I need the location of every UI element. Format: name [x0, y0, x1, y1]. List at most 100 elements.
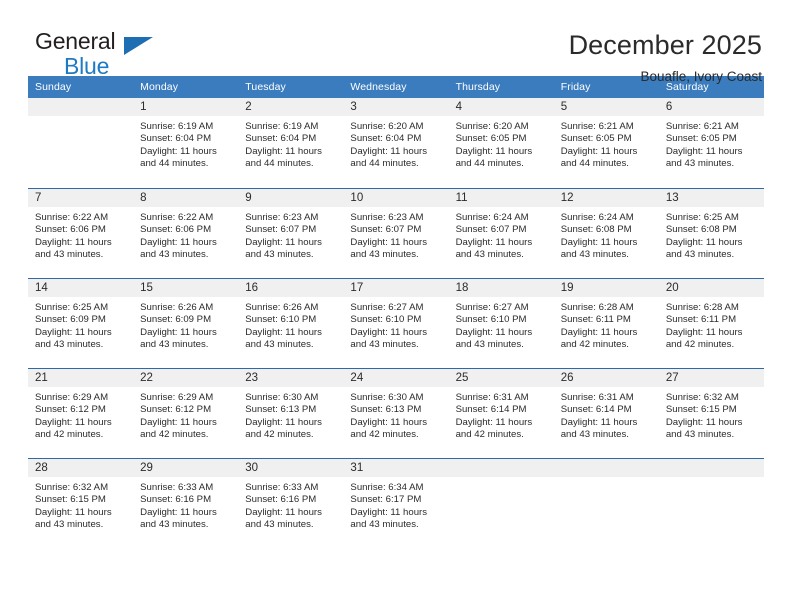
calendar-day-cell[interactable]: 25 Sunrise: 6:31 AM Sunset: 6:14 PM Dayligh… — [448, 368, 554, 458]
day-cell-details: Sunrise: 6:24 AM Sunset: 6:07 PM Daylight:… — [449, 207, 554, 262]
calendar-day-cell[interactable]: 1 Sunrise: 6:19 AM Sunset: 6:04 PM Daylight… — [133, 98, 239, 188]
calendar-day-cell[interactable]: 7 Sunrise: 6:22 AM Sunset: 6:06 PM Daylight… — [28, 188, 134, 278]
day-cell-inner: 19 Sunrise: 6:28 AM Sunset: 6:11 PM Dayligh… — [553, 278, 659, 368]
day-cell-inner: 16 Sunrise: 6:26 AM Sunset: 6:10 PM Dayligh… — [238, 278, 344, 368]
calendar-day-cell[interactable]: 15 Sunrise: 6:26 AM Sunset: 6:09 PM Dayligh… — [133, 278, 239, 368]
sunset-text: Sunset: 6:08 PM — [560, 224, 632, 236]
sunset-text: Sunset: 6:11 PM — [560, 314, 631, 326]
calendar-week-row: 7 Sunrise: 6:22 AM Sunset: 6:06 PM Daylight… — [28, 188, 764, 278]
day-cell-inner: 18 Sunrise: 6:27 AM Sunset: 6:10 PM Dayligh… — [448, 278, 554, 368]
calendar-day-cell[interactable]: 6 Sunrise: 6:21 AM Sunset: 6:05 PM Daylight… — [658, 98, 764, 188]
calendar-day-cell[interactable]: 24 Sunrise: 6:30 AM Sunset: 6:13 PM Dayligh… — [343, 368, 449, 458]
daylight-text: Daylight: 11 hours and 43 minutes. — [350, 236, 428, 261]
day-cell-inner: 2 Sunrise: 6:19 AM Sunset: 6:04 PM Daylight… — [238, 98, 344, 188]
daylight-text: Daylight: 11 hours and 43 minutes. — [665, 416, 743, 441]
day-number: 11 — [448, 189, 554, 207]
daylight-text: Daylight: 11 hours and 42 minutes. — [455, 416, 533, 441]
calendar-page: General Blue December 2025 Bouafle, Ivor… — [0, 0, 792, 612]
sunset-text: Sunset: 6:17 PM — [350, 494, 422, 506]
calendar-day-cell[interactable]: 29 Sunrise: 6:33 AM Sunset: 6:16 PM Dayligh… — [133, 458, 239, 548]
day-number: 29 — [133, 459, 239, 477]
calendar-day-cell[interactable]: 11 Sunrise: 6:24 AM Sunset: 6:07 PM Dayligh… — [448, 188, 554, 278]
calendar-day-cell[interactable]: 27 Sunrise: 6:32 AM Sunset: 6:15 PM Dayligh… — [658, 368, 764, 458]
calendar-day-cell[interactable]: 2 Sunrise: 6:19 AM Sunset: 6:04 PM Daylight… — [238, 98, 344, 188]
sunset-text: Sunset: 6:04 PM — [245, 133, 317, 145]
sunrise-text: Sunrise: 6:30 AM — [350, 392, 424, 403]
sunrise-text: Sunrise: 6:26 AM — [245, 302, 319, 313]
day-cell-inner: 30 Sunrise: 6:33 AM Sunset: 6:16 PM Dayligh… — [238, 458, 344, 548]
calendar-day-cell[interactable]: 9 Sunrise: 6:23 AM Sunset: 6:07 PM Daylight… — [238, 188, 344, 278]
sunset-text: Sunset: 6:08 PM — [665, 224, 737, 236]
sunset-text: Sunset: 6:10 PM — [455, 314, 527, 326]
day-cell-details: Sunrise: 6:32 AM Sunset: 6:15 PM Daylight:… — [659, 387, 764, 442]
day-cell-details: Sunrise: 6:25 AM Sunset: 6:08 PM Daylight:… — [659, 207, 764, 262]
day-number: 31 — [343, 459, 449, 477]
sunset-text: Sunset: 6:04 PM — [140, 133, 212, 145]
day-number: 4 — [448, 98, 554, 116]
day-cell-inner: 17 Sunrise: 6:27 AM Sunset: 6:10 PM Dayligh… — [343, 278, 449, 368]
calendar-empty-cell — [28, 98, 134, 188]
day-number: 1 — [133, 98, 239, 116]
day-cell-inner: 3 Sunrise: 6:20 AM Sunset: 6:04 PM Daylight… — [343, 98, 449, 188]
sunrise-text: Sunrise: 6:33 AM — [245, 482, 319, 493]
calendar-day-cell[interactable]: 4 Sunrise: 6:20 AM Sunset: 6:05 PM Daylight… — [448, 98, 554, 188]
daylight-text: Daylight: 11 hours and 43 minutes. — [140, 326, 217, 351]
calendar-day-cell[interactable]: 13 Sunrise: 6:25 AM Sunset: 6:08 PM Dayligh… — [658, 188, 764, 278]
day-cell-inner: 14 Sunrise: 6:25 AM Sunset: 6:09 PM Dayligh… — [28, 278, 134, 368]
calendar-day-cell[interactable]: 21 Sunrise: 6:29 AM Sunset: 6:12 PM Dayligh… — [28, 368, 134, 458]
sunrise-text: Sunrise: 6:32 AM — [35, 482, 109, 493]
day-number: 13 — [658, 189, 764, 207]
sunset-text: Sunset: 6:11 PM — [665, 314, 737, 326]
general-blue-logo[interactable]: General Blue — [28, 30, 178, 82]
calendar-day-cell[interactable]: 16 Sunrise: 6:26 AM Sunset: 6:10 PM Dayligh… — [238, 278, 344, 368]
daylight-text: Daylight: 11 hours and 43 minutes. — [140, 236, 217, 261]
calendar-day-cell[interactable]: 30 Sunrise: 6:33 AM Sunset: 6:16 PM Dayligh… — [238, 458, 344, 548]
day-cell-inner: 9 Sunrise: 6:23 AM Sunset: 6:07 PM Daylight… — [238, 188, 344, 278]
day-cell-inner: 11 Sunrise: 6:24 AM Sunset: 6:07 PM Dayligh… — [448, 188, 554, 278]
calendar-day-cell[interactable]: 5 Sunrise: 6:21 AM Sunset: 6:05 PM Daylight… — [553, 98, 659, 188]
sunset-text: Sunset: 6:15 PM — [35, 494, 106, 506]
sunset-text: Sunset: 6:16 PM — [140, 494, 212, 506]
calendar-day-cell[interactable]: 20 Sunrise: 6:28 AM Sunset: 6:11 PM Dayligh… — [658, 278, 764, 368]
sunset-text: Sunset: 6:16 PM — [245, 494, 317, 506]
calendar-day-cell[interactable]: 10 Sunrise: 6:23 AM Sunset: 6:07 PM Dayligh… — [343, 188, 449, 278]
calendar-day-cell[interactable]: 28 Sunrise: 6:32 AM Sunset: 6:15 PM Dayligh… — [28, 458, 134, 548]
calendar-day-cell[interactable]: 19 Sunrise: 6:28 AM Sunset: 6:11 PM Dayligh… — [553, 278, 659, 368]
calendar-day-cell[interactable]: 23 Sunrise: 6:30 AM Sunset: 6:13 PM Dayligh… — [238, 368, 344, 458]
day-cell-inner: 1 Sunrise: 6:19 AM Sunset: 6:04 PM Daylight… — [133, 98, 239, 188]
calendar-day-cell[interactable]: 18 Sunrise: 6:27 AM Sunset: 6:10 PM Dayligh… — [448, 278, 554, 368]
calendar-day-cell[interactable]: 12 Sunrise: 6:24 AM Sunset: 6:08 PM Dayligh… — [553, 188, 659, 278]
calendar-day-cell[interactable]: 3 Sunrise: 6:20 AM Sunset: 6:04 PM Daylight… — [343, 98, 449, 188]
day-cell-inner: 7 Sunrise: 6:22 AM Sunset: 6:06 PM Daylight… — [28, 188, 134, 278]
sunset-text: Sunset: 6:14 PM — [455, 404, 527, 416]
daylight-text: Daylight: 11 hours and 42 minutes. — [140, 416, 217, 441]
day-cell-details: Sunrise: 6:31 AM Sunset: 6:14 PM Daylight:… — [554, 387, 659, 442]
sunrise-text: Sunrise: 6:29 AM — [35, 392, 109, 403]
day-cell-details: Sunrise: 6:26 AM Sunset: 6:09 PM Daylight:… — [133, 297, 238, 352]
day-number: 25 — [448, 369, 554, 387]
calendar-week-row: 21 Sunrise: 6:29 AM Sunset: 6:12 PM Dayligh… — [28, 368, 764, 458]
day-number: 8 — [133, 189, 239, 207]
calendar-day-cell[interactable]: 8 Sunrise: 6:22 AM Sunset: 6:06 PM Daylight… — [133, 188, 239, 278]
day-cell-inner: 15 Sunrise: 6:26 AM Sunset: 6:09 PM Dayligh… — [133, 278, 239, 368]
day-number: 28 — [28, 459, 134, 477]
calendar-day-cell[interactable]: 14 Sunrise: 6:25 AM Sunset: 6:09 PM Dayligh… — [28, 278, 134, 368]
sunset-text: Sunset: 6:07 PM — [350, 224, 422, 236]
day-cell-details: Sunrise: 6:28 AM Sunset: 6:11 PM Daylight:… — [554, 297, 659, 352]
calendar-day-cell[interactable]: 26 Sunrise: 6:31 AM Sunset: 6:14 PM Dayligh… — [553, 368, 659, 458]
calendar-day-cell[interactable]: 17 Sunrise: 6:27 AM Sunset: 6:10 PM Dayligh… — [343, 278, 449, 368]
day-number — [448, 459, 554, 477]
daylight-text: Daylight: 11 hours and 44 minutes. — [245, 145, 322, 170]
day-number: 17 — [343, 279, 449, 297]
sunrise-text: Sunrise: 6:33 AM — [140, 482, 214, 493]
daylight-text: Daylight: 11 hours and 43 minutes. — [455, 326, 533, 351]
calendar-day-cell[interactable]: 31 Sunrise: 6:34 AM Sunset: 6:17 PM Dayligh… — [343, 458, 449, 548]
calendar-empty-cell — [448, 458, 554, 548]
sunset-text: Sunset: 6:04 PM — [350, 133, 422, 145]
day-cell-details: Sunrise: 6:30 AM Sunset: 6:13 PM Daylight:… — [343, 387, 448, 442]
calendar-day-cell[interactable]: 22 Sunrise: 6:29 AM Sunset: 6:12 PM Dayligh… — [133, 368, 239, 458]
day-cell-inner: 20 Sunrise: 6:28 AM Sunset: 6:11 PM Dayligh… — [658, 278, 764, 368]
day-cell-inner: 27 Sunrise: 6:32 AM Sunset: 6:15 PM Dayligh… — [658, 368, 764, 458]
day-number: 3 — [343, 98, 449, 116]
sunset-text: Sunset: 6:05 PM — [455, 133, 527, 145]
